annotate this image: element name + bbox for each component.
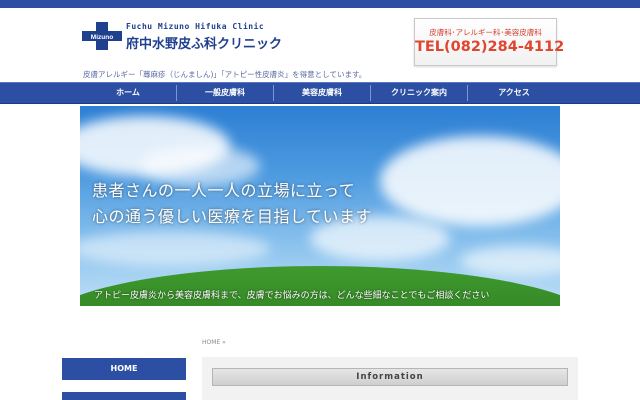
contact-box: 皮膚科･アレルギー科･美容皮膚科 TEL(082)284-4112 — [414, 18, 564, 66]
cloud — [80, 231, 270, 266]
nav-item-access[interactable]: アクセス — [468, 83, 560, 103]
logo-japanese-name: 府中水野皮ふ科クリニック — [126, 37, 283, 52]
logo-english-name: Fuchu Mizuno Hifuka Clinic — [126, 22, 265, 31]
nav-item-home[interactable]: ホーム — [80, 83, 176, 103]
logo-badge-text: Mizuno — [91, 34, 113, 41]
sidebar-item-home[interactable]: HOME — [62, 358, 186, 380]
info-heading: Information — [212, 368, 568, 386]
breadcrumb[interactable]: HOME » — [202, 339, 226, 346]
main-nav: ホーム 一般皮膚科 美容皮膚科 クリニック案内 アクセス — [0, 82, 640, 104]
clinic-logo[interactable]: Mizuno Fuchu Mizuno Hifuka Clinic 府中水野皮ふ… — [82, 22, 282, 52]
cloud — [460, 246, 560, 276]
nav-item-general-dermatology[interactable]: 一般皮膚科 — [177, 83, 273, 103]
hero-headline-line2: 心の通う優しい医療を目指しています — [92, 207, 373, 226]
site-tagline: 皮膚アレルギー「蕁麻疹（じんましん)」「アトピー性皮膚炎」を得意としています。 — [83, 70, 367, 79]
medical-cross-logo-icon: Mizuno — [82, 22, 122, 50]
contact-telephone[interactable]: TEL(082)284-4112 — [415, 39, 564, 55]
top-accent-bar — [0, 0, 640, 8]
cloud — [380, 136, 560, 226]
hero-subtext: アトピー皮膚炎から美容皮膚科まで、皮膚でお悩みの方は、どんな些細なことでもご相談… — [94, 291, 490, 301]
nav-item-clinic-info[interactable]: クリニック案内 — [371, 83, 467, 103]
contact-departments: 皮膚科･アレルギー科･美容皮膚科 — [429, 28, 542, 37]
hero-banner: 患者さんの一人一人の立場に立って 心の通う優しい医療を目指しています アトピー皮… — [80, 106, 560, 306]
sidebar-item-next[interactable] — [62, 392, 186, 400]
nav-item-cosmetic-dermatology[interactable]: 美容皮膚科 — [274, 83, 370, 103]
hero-headline-line1: 患者さんの一人一人の立場に立って — [92, 181, 356, 200]
